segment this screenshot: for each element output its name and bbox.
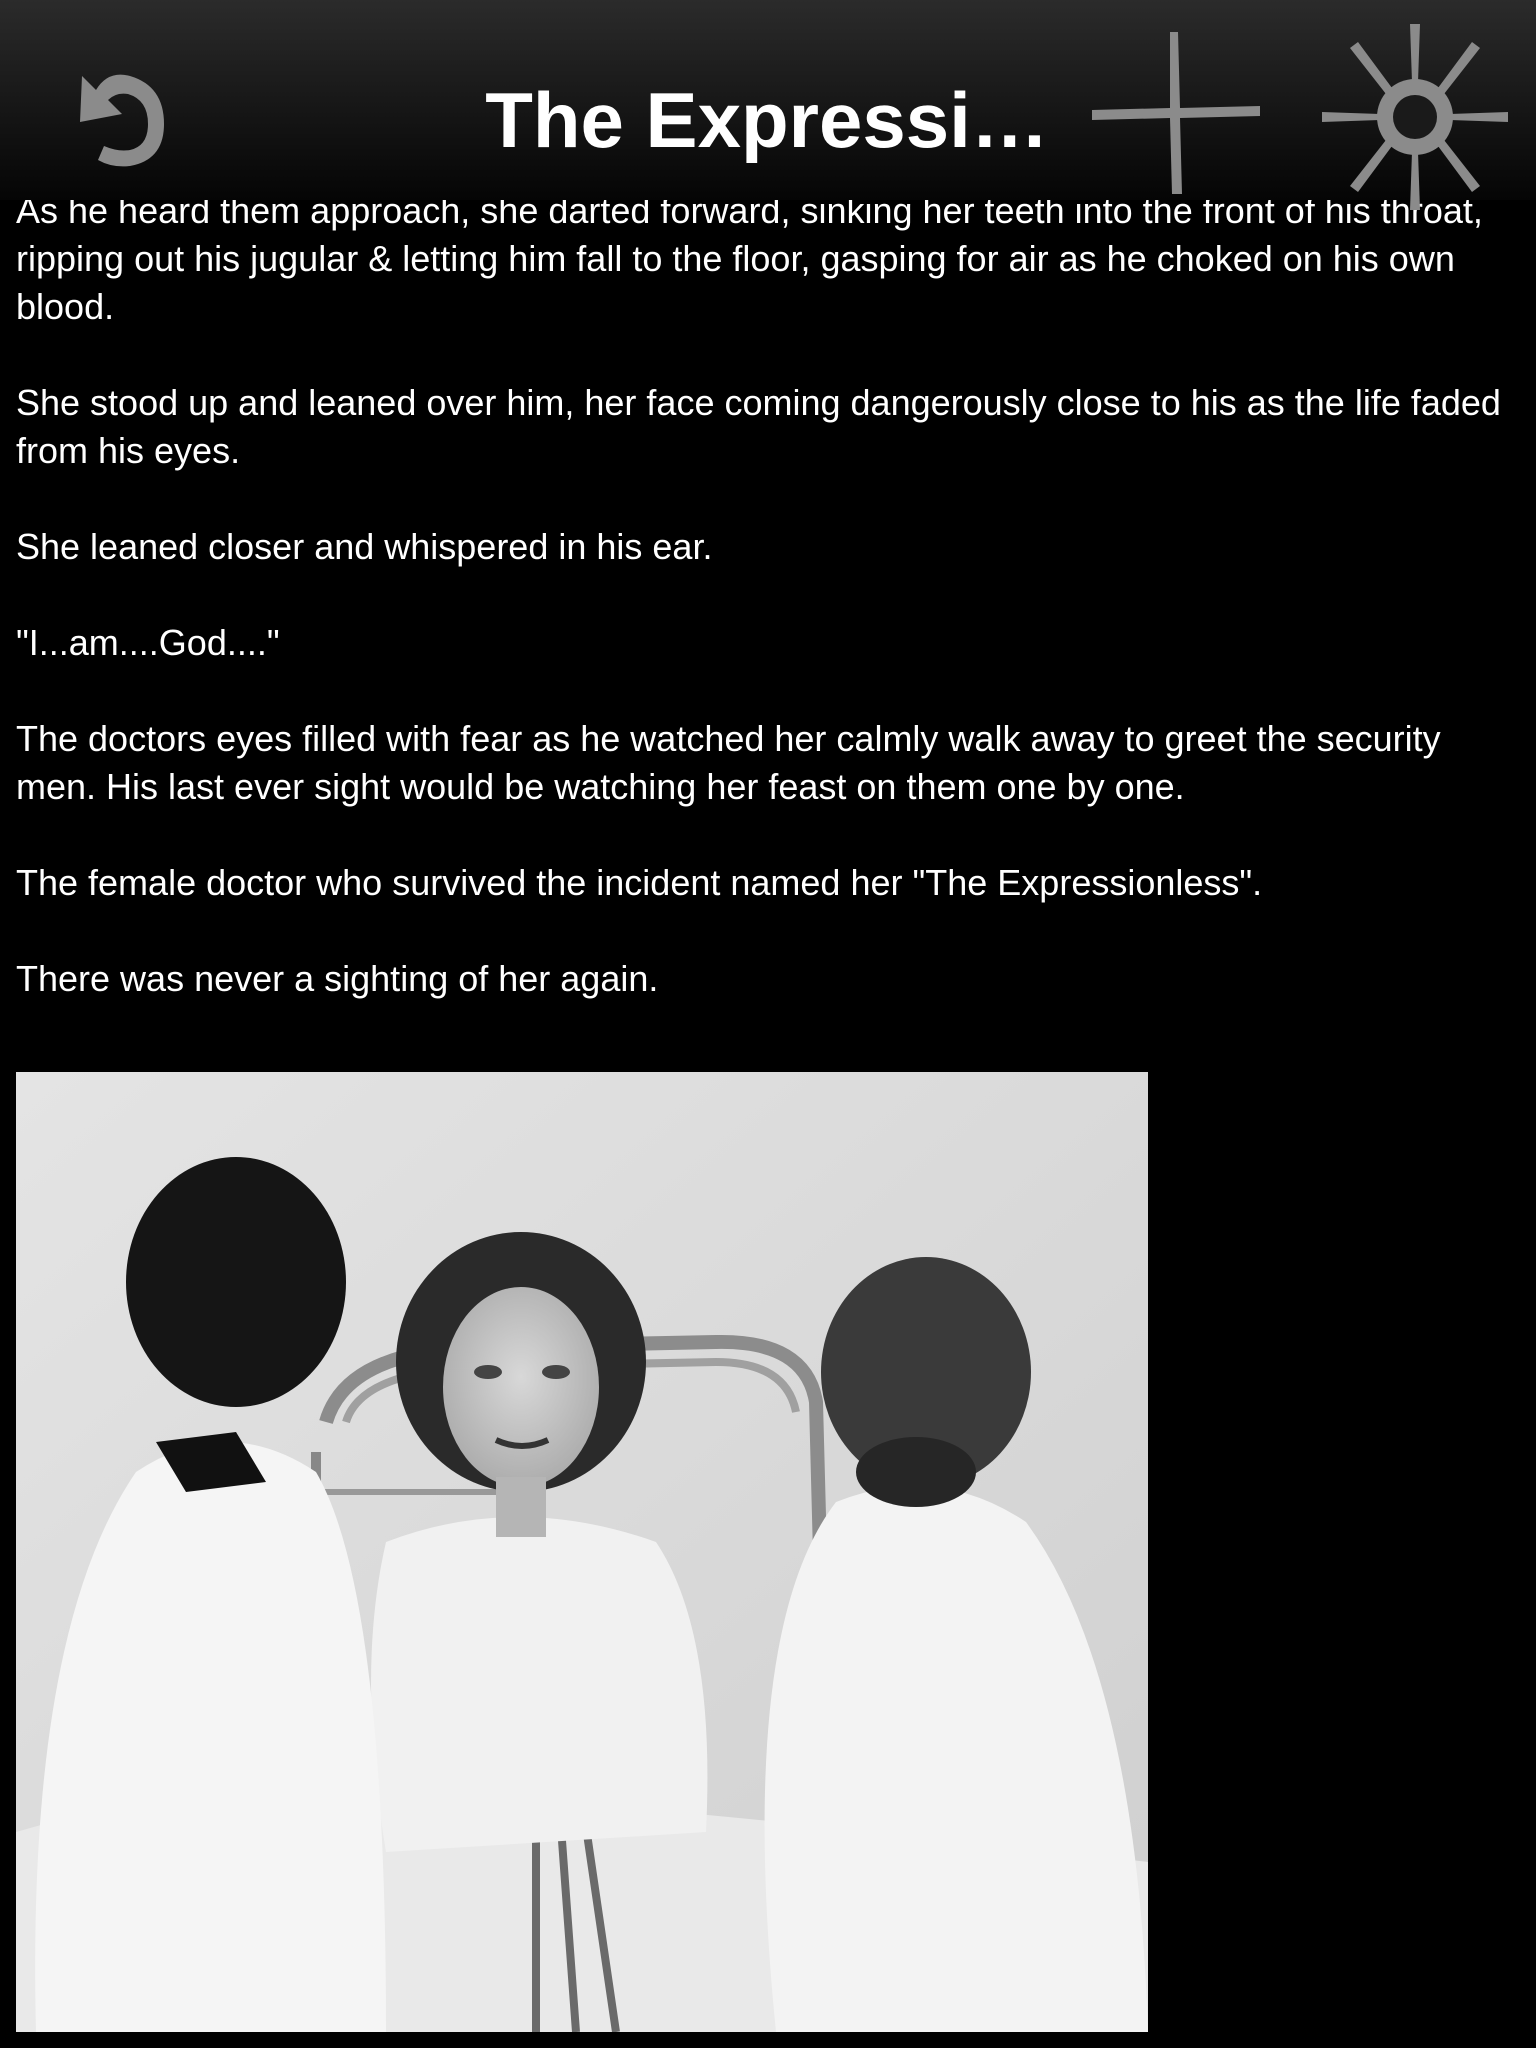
story-paragraph: "I...am....God...." xyxy=(16,622,280,663)
settings-button[interactable] xyxy=(1320,22,1510,212)
add-button[interactable] xyxy=(1090,28,1260,198)
story-paragraph: As he heard them approach, she darted fo… xyxy=(16,190,1483,327)
gear-icon xyxy=(1322,24,1508,210)
black-and-white-photo-image xyxy=(16,1072,1148,2032)
navigation-bar xyxy=(0,0,1536,200)
plus-icon xyxy=(1092,32,1260,194)
reader-screen: As he heard them approach, she darted fo… xyxy=(0,0,1536,2048)
story-paragraph: The doctors eyes filled with fear as he … xyxy=(16,718,1441,807)
story-paragraph: There was never a sighting of her again. xyxy=(16,958,659,999)
story-paragraph: She stood up and leaned over him, her fa… xyxy=(16,382,1501,471)
story-paragraph: She leaned closer and whispered in his e… xyxy=(16,526,713,567)
story-content[interactable]: As he heard them approach, she darted fo… xyxy=(16,190,1516,1051)
back-button[interactable] xyxy=(68,50,178,180)
story-photo xyxy=(16,1072,1148,2032)
back-arrow-icon xyxy=(80,74,164,167)
story-paragraph: The female doctor who survived the incid… xyxy=(16,862,1263,903)
